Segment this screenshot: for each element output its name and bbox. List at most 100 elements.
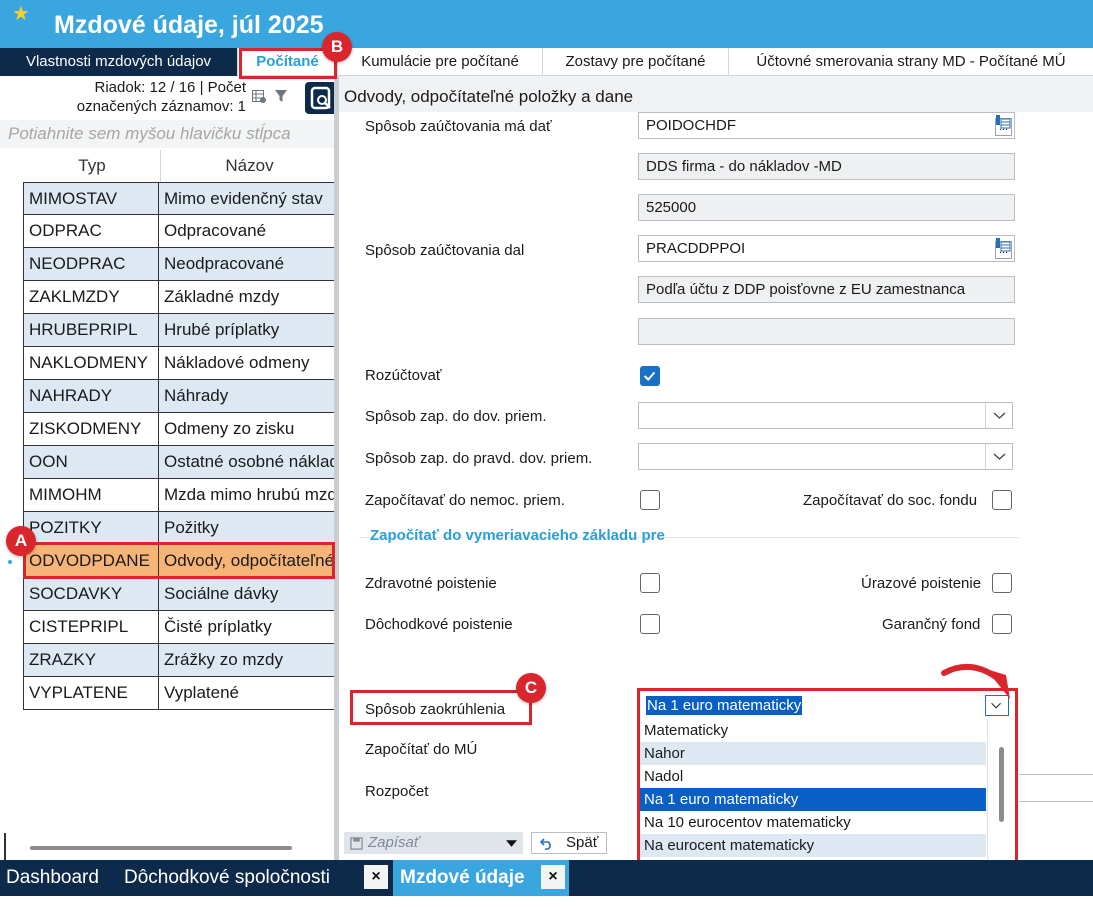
taskbar-tab-pension-companies[interactable]: Dôchodkové spoločnosti xyxy=(124,860,330,896)
table-row[interactable]: ODPRAC Odpracované xyxy=(23,215,338,248)
accident-checkbox[interactable] xyxy=(992,573,1012,593)
split-checkbox[interactable] xyxy=(640,366,660,386)
cell-name: Vyplatené xyxy=(164,683,239,702)
table-row[interactable]: ZAKLMZDY Základné mzdy xyxy=(23,281,338,314)
caret-down-icon[interactable] xyxy=(506,840,517,847)
column-header-name[interactable]: Názov xyxy=(160,150,338,182)
table-row[interactable]: CISTEPRIPL Čisté príplatky xyxy=(23,611,338,644)
detail-header: Odvody, odpočítateľné položky a dane xyxy=(339,76,1093,112)
table-row[interactable]: SOCDAVKY Sociálne dávky xyxy=(23,578,338,611)
credit-code-field[interactable]: PRACDDPPOI ... xyxy=(638,235,1015,262)
cell-type: NAKLODMENY xyxy=(23,347,159,379)
table-row[interactable]: VYPLATENE Vyplatené xyxy=(23,677,338,710)
annotation-arrow-icon xyxy=(941,664,1010,699)
cell-name: Nákladové odmeny xyxy=(164,353,310,372)
floppy-icon xyxy=(350,837,363,850)
table-row[interactable]: OON Ostatné osobné náklady xyxy=(23,446,338,479)
save-button[interactable]: Zapísať xyxy=(344,832,523,854)
social-fund-label: Započítavať do soc. fondu xyxy=(803,492,978,509)
budget-label: Rozpočet xyxy=(365,783,429,800)
cell-type: VYPLATENE xyxy=(23,677,159,709)
cell-name: Mzda mimo hrubú mzdu xyxy=(164,485,338,504)
lookup-icon[interactable] xyxy=(995,237,1011,253)
cell-name: Odpracované xyxy=(164,221,267,240)
health-checkbox[interactable] xyxy=(640,573,660,593)
form-toolbar: Zapísať Späť xyxy=(339,828,639,860)
pension-label: Dôchodkové poistenie xyxy=(365,616,513,633)
cell-name: Neodpracované xyxy=(164,254,285,273)
tab-bar: Vlastnosti mzdových údajov Počítané Kumu… xyxy=(0,48,1093,76)
back-label: Späť xyxy=(566,834,599,851)
table-row[interactable]: NEODPRAC Neodpracované xyxy=(23,248,338,281)
debit-label: Spôsob zaúčtovania má dať xyxy=(365,118,552,135)
sick-checkbox[interactable] xyxy=(640,490,660,510)
mu-label: Započítať do MÚ xyxy=(365,741,478,758)
close-icon[interactable]: × xyxy=(541,865,565,889)
debit-account-field: 525000 xyxy=(638,194,1015,221)
cell-type: MIMOSTAV xyxy=(23,183,159,214)
cell-type: ZRAZKY xyxy=(23,644,159,676)
tab-properties[interactable]: Vlastnosti mzdových údajov xyxy=(0,48,238,76)
current-row-indicator xyxy=(8,560,12,564)
cell-name: Mimo evidenčný stav xyxy=(164,189,323,208)
cell-type: ZISKODMENY xyxy=(23,413,159,445)
cell-type: POZITKY xyxy=(23,512,159,544)
social-fund-checkbox[interactable] xyxy=(992,490,1012,510)
cell-type: ODPRAC xyxy=(23,215,159,247)
tab-reports[interactable]: Zostavy pre počítané xyxy=(543,48,729,76)
table-row[interactable]: ZRAZKY Zrážky zo mzdy xyxy=(23,644,338,677)
cell-type: NAHRADY xyxy=(23,380,159,412)
column-header-type[interactable]: Typ xyxy=(24,150,160,182)
credit-extra-field xyxy=(638,318,1015,345)
guarantee-checkbox[interactable] xyxy=(992,614,1012,634)
grid-settings-icon[interactable] xyxy=(252,90,266,103)
cell-name: Náhrady xyxy=(164,386,229,405)
lookup-icon[interactable] xyxy=(995,114,1011,130)
cell-type: OON xyxy=(23,446,159,478)
table-row[interactable]: NAHRADY Náhrady xyxy=(23,380,338,413)
debit-desc-field: DDS firma - do nákladov -MD xyxy=(638,153,1015,180)
credit-desc-field: Podľa účtu z DDP poisťovne z EU zamestna… xyxy=(638,276,1015,303)
prob-income-select[interactable] xyxy=(638,443,1013,470)
star-icon[interactable]: ★ xyxy=(12,4,30,24)
close-icon[interactable]: × xyxy=(364,865,388,889)
annotation-box-c xyxy=(350,690,532,725)
pension-checkbox[interactable] xyxy=(640,614,660,634)
window-title: Mzdové údaje, júl 2025 xyxy=(54,11,324,39)
income-label: Spôsob zap. do dov. priem. xyxy=(365,408,547,425)
cell-name: Základné mzdy xyxy=(164,287,280,306)
cell-name: Požitky xyxy=(164,518,219,537)
grid-body: MIMOSTAV Mimo evidenčný stav ODPRAC Odpraco… xyxy=(23,182,338,710)
table-row[interactable]: MIMOHM Mzda mimo hrubú mzdu xyxy=(23,479,338,512)
cell-type: HRUBEPRIPL xyxy=(23,314,159,346)
table-row[interactable]: ZISKODMENY Odmeny zo zisku xyxy=(23,413,338,446)
income-select[interactable] xyxy=(638,402,1013,429)
split-label: Rozúčtovať xyxy=(365,367,442,384)
undo-icon xyxy=(540,838,551,850)
grid-edge xyxy=(0,833,6,860)
taskbar-tab-dashboard[interactable]: Dashboard xyxy=(6,860,99,896)
title-bar: ★ Mzdové údaje, júl 2025 xyxy=(0,0,1093,48)
check-icon xyxy=(643,371,656,382)
table-row[interactable]: HRUBEPRIPL Hrubé príplatky xyxy=(23,314,338,347)
table-row[interactable]: NAKLODMENY Nákladové odmeny xyxy=(23,347,338,380)
back-button[interactable]: Späť xyxy=(531,832,607,854)
search-button[interactable] xyxy=(305,82,337,114)
group-by-hint[interactable]: Potiahnite sem myšou hlavičku stĺpca xyxy=(0,120,338,148)
table-row[interactable]: POZITKY Požitky xyxy=(23,512,338,545)
chevron-down-icon[interactable] xyxy=(985,403,1012,428)
search-icon xyxy=(310,86,331,110)
debit-code-value: POIDOCHDF xyxy=(646,117,736,134)
budget-field-edge xyxy=(1019,801,1093,802)
tab-accounting[interactable]: Účtovné smerovania strany MD - Počítané … xyxy=(729,48,1093,76)
table-row[interactable]: MIMOSTAV Mimo evidenčný stav xyxy=(23,182,338,215)
tab-cumulations[interactable]: Kumulácie pre počítané xyxy=(338,48,543,76)
chevron-down-icon[interactable] xyxy=(985,444,1012,469)
annotation-badge-c: C xyxy=(516,673,546,703)
debit-code-field[interactable]: POIDOCHDF ... xyxy=(638,112,1015,139)
credit-label: Spôsob zaúčtovania dal xyxy=(365,242,525,259)
annotation-box-a xyxy=(23,542,335,579)
filter-icon[interactable] xyxy=(274,89,288,103)
health-label: Zdravotné poistenie xyxy=(365,575,497,592)
horizontal-scrollbar[interactable] xyxy=(30,846,292,850)
